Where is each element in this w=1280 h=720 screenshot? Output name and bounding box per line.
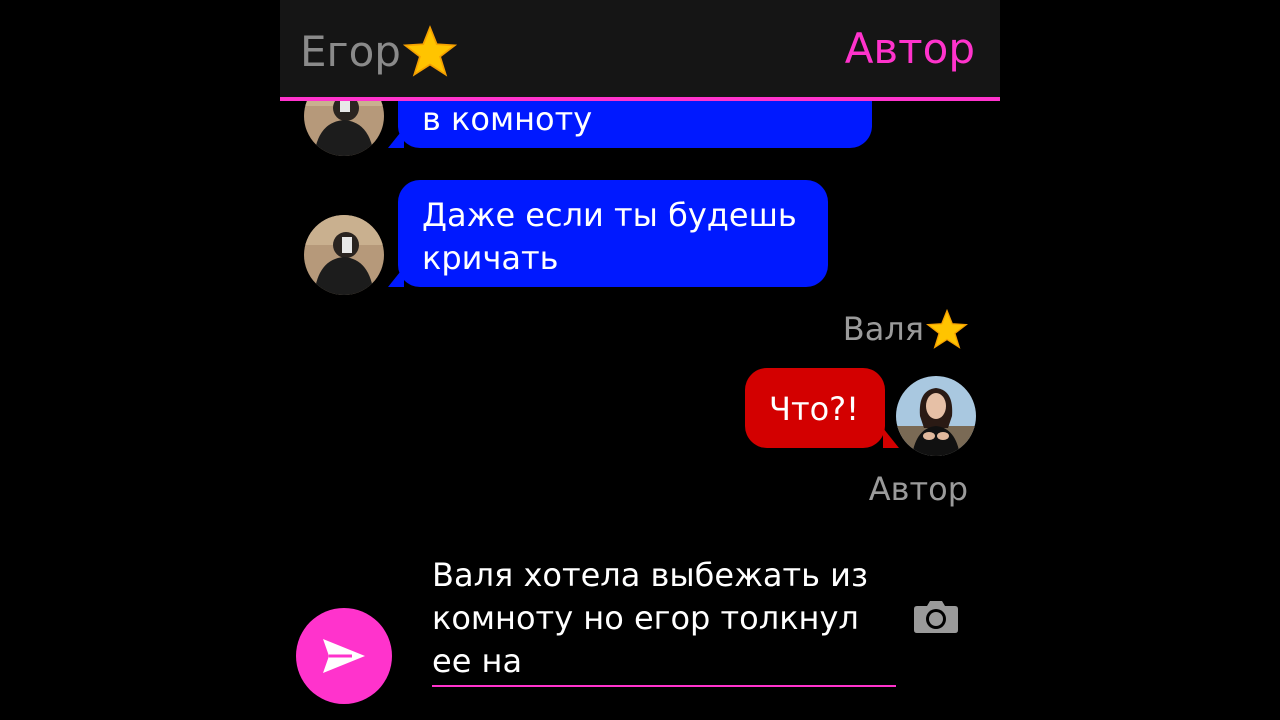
input-line-3: ее на xyxy=(432,642,523,680)
input-line-2: комноту но егор толкнул xyxy=(432,599,859,637)
bubble-tail xyxy=(388,128,404,148)
camera-icon[interactable] xyxy=(913,598,959,634)
star-icon xyxy=(926,308,968,350)
sender-name: Валя xyxy=(842,310,924,348)
message-bubble[interactable]: Даже если ты будешь кричать xyxy=(398,180,828,287)
message-bubble[interactable]: Что?! xyxy=(745,368,885,448)
header-left-name: Егор xyxy=(300,26,401,76)
bubble-tail xyxy=(883,428,899,448)
message-text: в комноту xyxy=(422,100,593,138)
star-icon xyxy=(402,24,457,78)
sender-label-valya: Валя xyxy=(843,308,968,350)
chat-screen: в комноту Даже если ты будешь кричать Ва… xyxy=(280,0,1000,720)
input-underline xyxy=(432,685,896,687)
sender-name: Автор xyxy=(868,470,968,508)
bubble-tail xyxy=(388,267,404,287)
chat-header: Егор Автор xyxy=(280,0,1000,101)
message-text: Что?! xyxy=(769,390,859,428)
input-line-1: Валя хотела выбежать из xyxy=(432,556,868,594)
egor-avatar[interactable] xyxy=(304,215,384,295)
sender-label-avtor: Автор xyxy=(869,470,968,508)
message-text-line-2: кричать xyxy=(422,239,559,277)
message-text-line-1: Даже если ты будешь xyxy=(422,196,797,234)
message-input[interactable]: Валя хотела выбежать из комноту но егор … xyxy=(432,554,892,683)
header-right-name[interactable]: Автор xyxy=(845,24,975,73)
header-contact-egor[interactable]: Егор xyxy=(300,24,457,78)
send-button[interactable] xyxy=(296,608,392,704)
send-icon xyxy=(323,639,365,673)
valya-avatar[interactable] xyxy=(896,376,976,456)
